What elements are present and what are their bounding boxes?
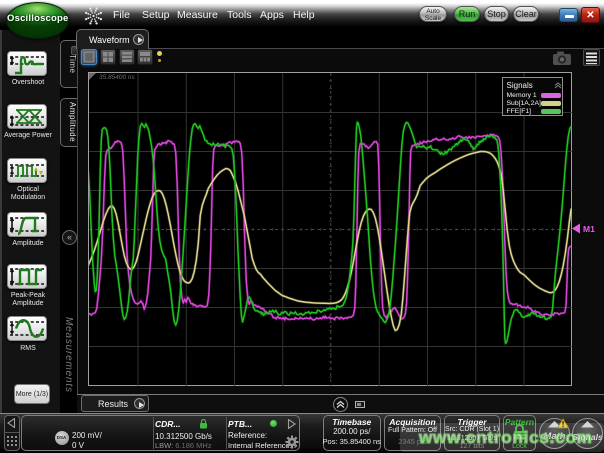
svg-text:M1: M1 xyxy=(583,224,595,234)
